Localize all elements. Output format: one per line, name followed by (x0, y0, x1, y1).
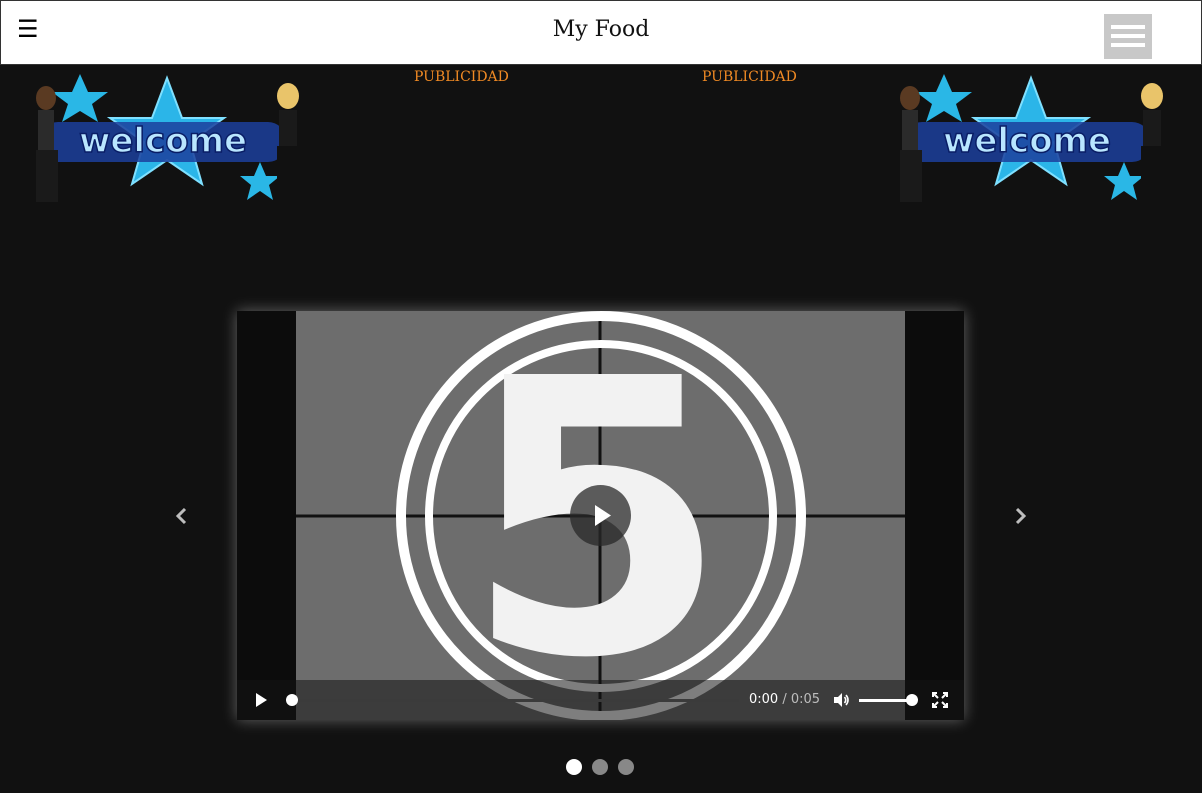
play-icon (595, 505, 611, 526)
page-title: My Food (552, 17, 650, 42)
video-controls: 0:00 / 0:05 (237, 680, 964, 720)
carousel-dot-1[interactable] (566, 759, 582, 775)
top-bar: ☰ My Food (0, 0, 1202, 65)
video-carousel: 5 0:00 / 0:05 (237, 311, 964, 720)
welcome-banner-image: welcome (36, 74, 301, 202)
progress-bar[interactable] (287, 699, 739, 702)
carousel-dot-2[interactable] (592, 759, 608, 775)
volume-slider[interactable] (859, 699, 913, 702)
play-icon[interactable] (253, 692, 269, 708)
time-separator: / (782, 692, 787, 707)
volume-knob[interactable] (906, 694, 918, 706)
welcome-banner-image: welcome (900, 74, 1165, 202)
ad-label-right[interactable]: PUBLICIDAD (702, 69, 797, 85)
chevron-left-icon[interactable] (170, 502, 194, 530)
volume-icon[interactable] (832, 691, 850, 709)
progress-knob[interactable] (286, 694, 298, 706)
chevron-right-icon[interactable] (1008, 502, 1032, 530)
welcome-banner-left: welcome (36, 74, 301, 202)
ad-label-left[interactable]: PUBLICIDAD (414, 69, 509, 85)
duration: 0:05 (790, 692, 821, 707)
menu-button[interactable] (1104, 14, 1152, 59)
big-play-button[interactable] (570, 485, 631, 546)
fullscreen-icon[interactable] (932, 692, 948, 708)
time-display: 0:00 / 0:05 (749, 692, 820, 707)
menu-line (1111, 43, 1145, 47)
svg-text:welcome: welcome (79, 121, 247, 161)
current-time: 0:00 (749, 692, 779, 707)
menu-line (1111, 34, 1145, 38)
welcome-banner-right: welcome (900, 74, 1165, 202)
menu-line (1111, 25, 1145, 29)
svg-text:welcome: welcome (943, 121, 1111, 161)
carousel-dot-3[interactable] (618, 759, 634, 775)
